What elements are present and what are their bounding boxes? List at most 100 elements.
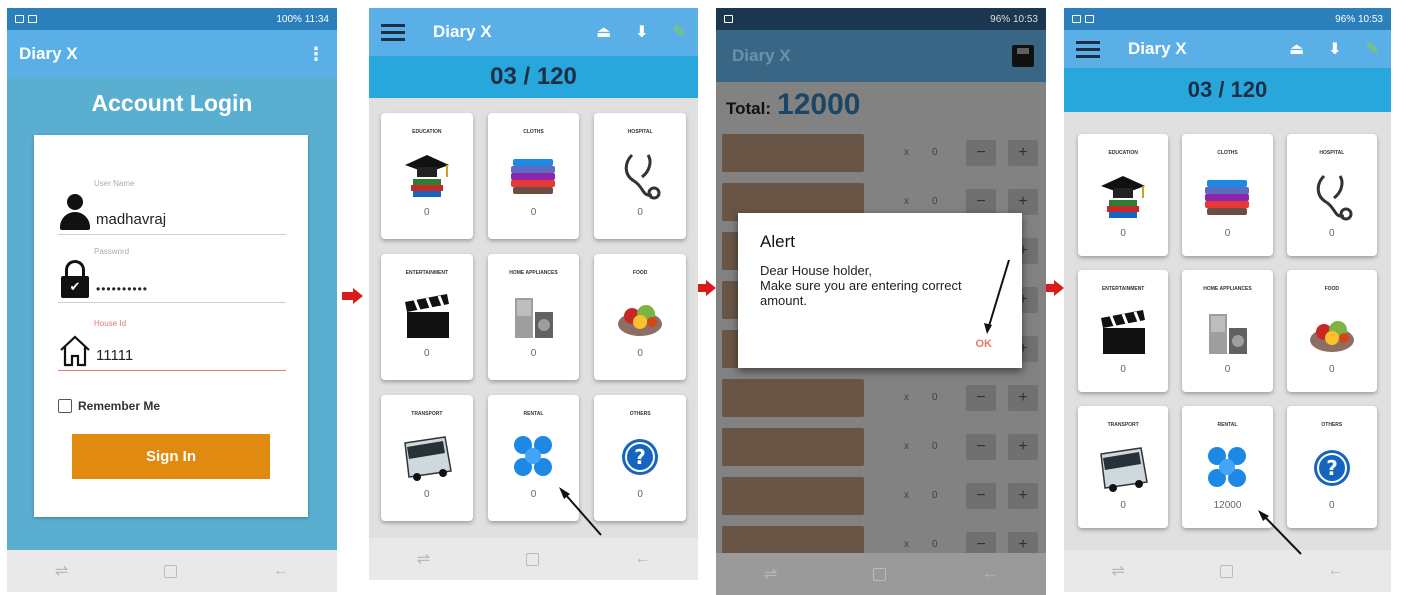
download-icon[interactable]: ⬇ <box>1328 39 1341 59</box>
recent-apps-icon[interactable]: ⇌ <box>417 549 430 569</box>
menu-icon[interactable] <box>381 23 405 41</box>
tile-value: 0 <box>424 489 430 500</box>
flow-arrow-2 <box>698 280 718 296</box>
status-time: 10:53 <box>1357 13 1383 25</box>
house-id-input[interactable]: 11111 <box>96 347 133 368</box>
tile-label: CLOTHS <box>523 129 544 135</box>
recent-apps-icon[interactable]: ⇌ <box>764 564 777 584</box>
clothes-icon <box>505 149 561 201</box>
menu-icon[interactable] <box>1076 40 1100 58</box>
alert-title: Alert <box>760 232 795 251</box>
category-tile-education[interactable]: EDUCATION 0 <box>1078 134 1169 256</box>
leaf-icon[interactable]: ✎ <box>673 22 686 42</box>
tile-value: 0 <box>530 348 537 359</box>
tile-label: EDUCATION <box>412 129 442 135</box>
leaf-icon[interactable]: ✎ <box>1366 39 1379 59</box>
category-tile-transport[interactable]: TRANSPORT 0 <box>381 395 473 521</box>
recent-apps-icon[interactable]: ⇌ <box>1111 561 1124 581</box>
remember-me-checkbox[interactable] <box>58 399 72 413</box>
education-icon <box>1095 170 1151 222</box>
eject-icon[interactable]: ⏏ <box>596 22 611 42</box>
app-bar: Diary X ⏏ ⬇ ✎ <box>369 8 698 56</box>
username-input[interactable]: madhavraj <box>96 211 166 232</box>
status-bar: 96% 10:53 <box>1064 8 1391 30</box>
tile-value: 0 <box>1329 228 1335 239</box>
password-input[interactable]: •••••••••• <box>96 282 148 300</box>
app-bar: Diary X ⋮ <box>7 30 337 78</box>
house-id-label: House Id <box>94 319 127 328</box>
hospital-icon <box>612 149 668 201</box>
remember-me-row[interactable]: Remember Me <box>58 399 160 413</box>
eject-icon[interactable]: ⏏ <box>1289 39 1304 59</box>
image-icon <box>28 15 37 23</box>
home-nav-icon[interactable] <box>873 567 887 581</box>
category-tile-food[interactable]: FOOD 0 <box>594 254 686 380</box>
category-tile-transport[interactable]: TRANSPORT 0 <box>1078 406 1169 528</box>
battery-level: 96% <box>990 13 1011 25</box>
tile-label: OTHERS <box>629 411 651 417</box>
alert-ok-button[interactable]: OK <box>976 338 993 350</box>
category-tile-education[interactable]: EDUCATION 0 <box>381 113 473 239</box>
overflow-menu-icon[interactable]: ⋮ <box>307 44 325 65</box>
category-tile-others[interactable]: OTHERS? 0 <box>594 395 686 521</box>
category-tile-rental[interactable]: RENTAL 12000 <box>1182 406 1273 528</box>
back-nav-icon[interactable]: ← <box>1328 562 1344 580</box>
hospital-icon <box>1304 170 1360 222</box>
back-nav-icon[interactable]: ← <box>982 565 998 583</box>
category-tile-others[interactable]: OTHERS? 0 <box>1286 406 1377 528</box>
category-tile-home-appliances[interactable]: HOME APPLIANCES 0 <box>487 254 580 380</box>
entertainment-icon <box>1095 306 1151 358</box>
status-time: 11:34 <box>304 13 329 25</box>
tile-value: 0 <box>1120 500 1126 511</box>
others-icon: ? <box>612 431 668 483</box>
tile-label: FOOD <box>1324 286 1340 292</box>
others-icon: ? <box>1304 442 1360 494</box>
system-nav-bar: ⇌ ← <box>716 553 1046 595</box>
home-nav-icon[interactable] <box>525 552 539 566</box>
user-icon <box>58 192 92 232</box>
category-tile-hospital[interactable]: HOSPITAL 0 <box>594 113 686 239</box>
category-tile-home-appliances[interactable]: HOME APPLIANCES 0 <box>1182 270 1273 392</box>
tile-value: 0 <box>530 489 537 500</box>
entry-counter: 03 / 120 <box>369 56 698 98</box>
lock-icon: ✔ <box>58 260 92 300</box>
appliances-icon <box>1199 306 1255 358</box>
system-nav-bar: ⇌ ← <box>369 538 698 580</box>
home-nav-icon[interactable] <box>164 564 178 578</box>
tile-value: 0 <box>1329 500 1335 511</box>
tile-label: CLOTHS <box>1217 150 1238 156</box>
home-nav-icon[interactable] <box>1219 564 1233 578</box>
entertainment-icon <box>399 290 455 342</box>
tile-label: HOSPITAL <box>627 129 653 135</box>
category-tile-entertainment[interactable]: ENTERTAINMENT 0 <box>381 254 473 380</box>
tile-value: 12000 <box>1213 500 1242 511</box>
password-field[interactable]: Password ✔ •••••••••• <box>58 247 286 303</box>
category-tile-cloths[interactable]: CLOTHS 0 <box>487 113 580 239</box>
tile-value: 0 <box>1329 364 1335 375</box>
back-nav-icon[interactable]: ← <box>634 550 650 568</box>
house-icon <box>60 335 90 367</box>
app-title: Diary X <box>19 44 78 63</box>
category-tile-rental[interactable]: RENTAL 0 <box>487 395 580 521</box>
alert-dialog: Alert Dear House holder, Make sure you a… <box>738 213 1022 368</box>
image-icon <box>1085 15 1094 23</box>
tile-value: 0 <box>530 207 537 218</box>
category-tile-entertainment[interactable]: ENTERTAINMENT 0 <box>1078 270 1169 392</box>
tile-label: TRANSPORT <box>411 411 443 417</box>
tile-value: 0 <box>1224 364 1231 375</box>
download-icon[interactable]: ⬇ <box>635 22 648 42</box>
phone-screen-login: 100% 11:34 Diary X ⋮ Account Login User … <box>7 8 337 592</box>
category-tile-food[interactable]: FOOD 0 <box>1286 270 1377 392</box>
sign-in-button[interactable]: Sign In <box>72 434 270 479</box>
alert-message-line-1: Dear House holder, <box>760 263 873 278</box>
back-nav-icon[interactable]: ← <box>273 562 289 580</box>
username-field[interactable]: User Name madhavraj <box>58 179 286 235</box>
battery-level: 96% <box>1335 13 1356 25</box>
recent-apps-icon[interactable]: ⇌ <box>55 561 68 581</box>
status-time: 10:53 <box>1012 13 1038 25</box>
phone-screen-dashboard-updated: 96% 10:53 Diary X ⏏ ⬇ ✎ 03 / 120 EDUCATI… <box>1064 8 1391 592</box>
house-id-field[interactable]: House Id 11111 <box>58 319 286 371</box>
food-icon <box>612 290 668 342</box>
category-tile-hospital[interactable]: HOSPITAL 0 <box>1286 134 1377 256</box>
category-tile-cloths[interactable]: CLOTHS 0 <box>1182 134 1273 256</box>
